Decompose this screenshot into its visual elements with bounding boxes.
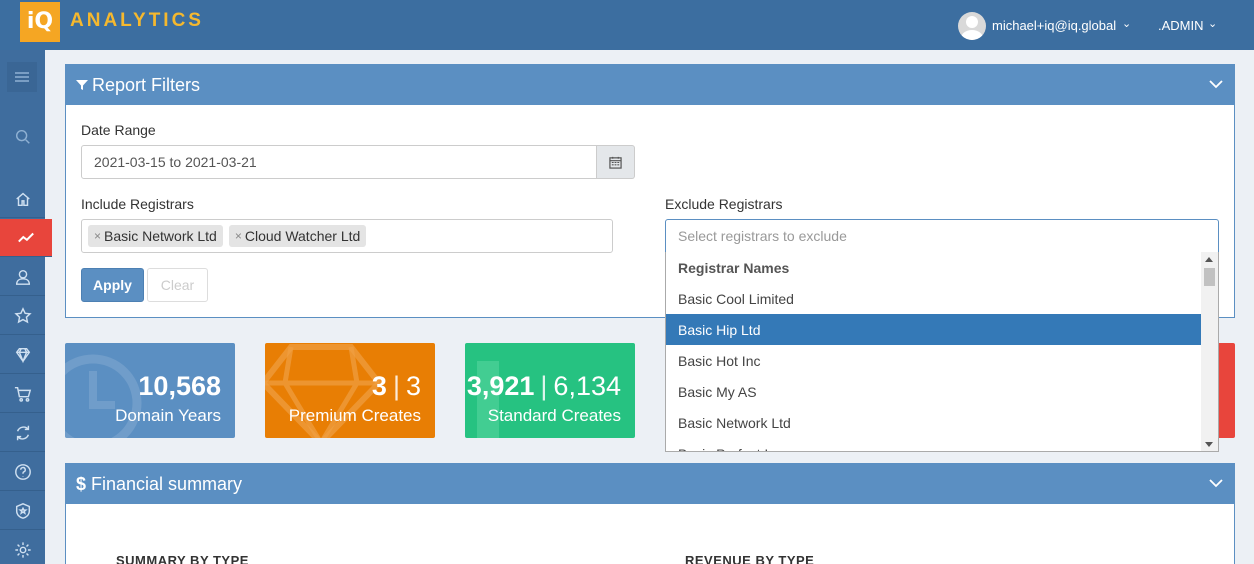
financial-summary-panel: $ Financial summary bbox=[65, 463, 1235, 564]
top-bar: iQ ANALYTICS michael+iq@iq.global ⌄ .ADM… bbox=[0, 0, 1254, 50]
filter-icon bbox=[76, 80, 88, 90]
scroll-down-arrow-icon[interactable] bbox=[1205, 442, 1213, 447]
date-range-input[interactable]: 2021-03-15 to 2021-03-21 bbox=[81, 145, 597, 179]
summary-by-type-heading: SUMMARY BY TYPE bbox=[116, 553, 249, 564]
dropdown-option[interactable]: Basic My AS bbox=[666, 376, 1202, 407]
search-icon[interactable] bbox=[0, 118, 45, 156]
dropdown-option[interactable]: Basic Network Ltd bbox=[666, 407, 1202, 438]
exclude-registrars-dropdown: Registrar Names Basic Cool Limited Basic… bbox=[665, 252, 1219, 452]
menu-toggle-icon[interactable] bbox=[7, 62, 37, 92]
star-icon bbox=[13, 306, 32, 323]
sidebar-item-home[interactable] bbox=[0, 180, 45, 218]
date-range-label: Date Range bbox=[81, 122, 156, 138]
role-menu[interactable]: .ADMIN bbox=[1158, 18, 1204, 33]
sidebar-item-users[interactable] bbox=[0, 258, 45, 296]
chevron-down-icon[interactable]: ⌄ bbox=[1208, 17, 1217, 30]
sidebar-item-analytics[interactable] bbox=[0, 219, 52, 257]
stat-caption: Premium Creates bbox=[288, 406, 421, 425]
stat-tile-standard-creates: 3,921 | 6,134 Standard Creates bbox=[465, 343, 635, 438]
apply-button[interactable]: Apply bbox=[81, 268, 144, 302]
stat-secondary-value: 3 bbox=[405, 371, 421, 401]
stat-value: 10,568 bbox=[138, 371, 221, 401]
sidebar-item-favorites[interactable] bbox=[0, 297, 45, 335]
exclude-registrars-select[interactable]: Select registrars to exclude bbox=[665, 219, 1219, 253]
sidebar-item-help[interactable] bbox=[0, 453, 45, 491]
chevron-down-icon[interactable]: ⌄ bbox=[1122, 17, 1131, 30]
selected-tag[interactable]: × Basic Network Ltd bbox=[88, 225, 223, 247]
sidebar-item-security[interactable] bbox=[0, 492, 45, 530]
remove-tag-icon[interactable]: × bbox=[235, 229, 242, 243]
dropdown-option[interactable]: Basic Hot Inc bbox=[666, 345, 1202, 376]
sidebar-item-premium[interactable] bbox=[0, 336, 45, 374]
dropdown-option[interactable]: Basic Cool Limited bbox=[666, 283, 1202, 314]
user-icon bbox=[15, 269, 30, 285]
sidebar-item-cart[interactable] bbox=[0, 375, 45, 413]
avatar[interactable] bbox=[958, 12, 986, 40]
clear-button[interactable]: Clear bbox=[147, 268, 208, 302]
include-registrars-select[interactable]: × Basic Network Ltd × Cloud Watcher Ltd bbox=[81, 219, 613, 253]
dollar-icon: $ bbox=[76, 473, 87, 494]
stat-value: 3,921 bbox=[466, 371, 535, 401]
refresh-icon bbox=[16, 425, 29, 440]
stat-tile-premium-creates: 3 | 3 Premium Creates bbox=[265, 343, 435, 438]
panel-title: Financial summary bbox=[91, 473, 243, 494]
calendar-icon[interactable] bbox=[597, 145, 635, 179]
shield-icon bbox=[15, 502, 30, 519]
app-title: ANALYTICS bbox=[70, 10, 204, 31]
revenue-by-type-heading: REVENUE BY TYPE bbox=[685, 553, 815, 564]
stat-caption: Standard Creates bbox=[487, 406, 621, 425]
stat-value: 3 bbox=[371, 371, 387, 401]
help-icon bbox=[14, 463, 31, 480]
chevron-down-icon[interactable] bbox=[1208, 76, 1224, 92]
selected-tag[interactable]: × Cloud Watcher Ltd bbox=[228, 225, 367, 247]
exclude-registrars-label: Exclude Registrars bbox=[665, 196, 783, 212]
sidebar-item-renewals[interactable] bbox=[0, 414, 45, 452]
chevron-down-icon[interactable] bbox=[1208, 475, 1224, 491]
stat-tile-domain-years: 10,568 Domain Years bbox=[65, 343, 235, 438]
stat-caption: Domain Years bbox=[115, 406, 221, 425]
dropdown-scrollbar[interactable] bbox=[1201, 252, 1218, 451]
scrollbar-thumb[interactable] bbox=[1204, 268, 1215, 286]
home-icon bbox=[15, 192, 30, 206]
include-registrars-label: Include Registrars bbox=[81, 196, 194, 212]
financial-summary-header[interactable]: $ Financial summary bbox=[66, 464, 1234, 504]
sidebar bbox=[0, 50, 52, 564]
stat-secondary-value: 6,134 bbox=[553, 371, 621, 401]
dropdown-option[interactable]: Basic Perfect Inc bbox=[666, 438, 1202, 452]
logo-icon: iQ bbox=[20, 2, 60, 42]
sidebar-item-settings[interactable] bbox=[0, 531, 45, 564]
panel-title: Report Filters bbox=[92, 74, 201, 95]
user-menu-email[interactable]: michael+iq@iq.global bbox=[992, 18, 1116, 33]
remove-tag-icon[interactable]: × bbox=[94, 229, 101, 243]
trend-chart-icon bbox=[18, 232, 34, 242]
option-group-label: Registrar Names bbox=[678, 259, 790, 276]
report-filters-header[interactable]: Report Filters bbox=[66, 65, 1234, 105]
settings-icon bbox=[14, 542, 31, 558]
dropdown-option-highlighted[interactable]: Basic Hip Ltd bbox=[666, 314, 1202, 345]
scroll-up-arrow-icon[interactable] bbox=[1205, 257, 1213, 262]
cart-icon bbox=[14, 386, 31, 402]
diamond-icon bbox=[15, 347, 30, 363]
